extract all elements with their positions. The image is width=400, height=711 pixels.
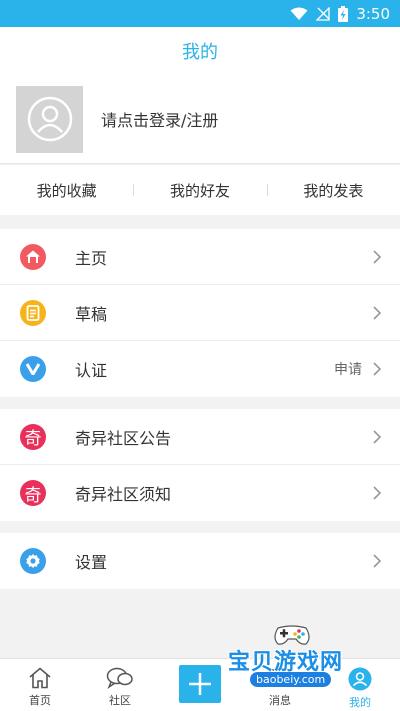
bottom-tab-bar: 首页 社区 消息 我的: [0, 658, 400, 711]
gamepad-icon: [274, 625, 310, 645]
chevron-right-icon: [373, 305, 382, 320]
menu-item-settings[interactable]: 设置: [0, 533, 400, 589]
battery-charging-icon: [338, 5, 349, 22]
menu-group-community: 奇 奇异社区公告 奇 奇异社区须知: [0, 409, 400, 521]
menu-label-announcement: 奇异社区公告: [75, 428, 172, 448]
menu-label-verify: 认证: [75, 361, 108, 380]
plus-icon: [189, 673, 211, 695]
tab-post[interactable]: [160, 659, 240, 711]
menu-label-drafts: 草稿: [75, 304, 108, 324]
quick-links: 我的收藏 我的好友 我的发表: [0, 165, 400, 215]
page-title: 我的: [182, 42, 218, 63]
tab-community[interactable]: 社区: [80, 659, 160, 711]
menu-label-rules: 奇异社区须知: [75, 485, 172, 504]
verify-icon: [20, 356, 46, 382]
settings-icon: [20, 548, 46, 574]
menu-group-settings: 设置: [0, 533, 400, 589]
menu-label-home: 主页: [75, 248, 108, 268]
my-friends-link[interactable]: 我的好友: [133, 180, 266, 201]
profile-login-row[interactable]: 请点击登录/注册: [0, 75, 400, 164]
chevron-right-icon: [373, 362, 382, 376]
menu-group-main: 主页 草稿 认证 申请: [0, 229, 400, 397]
status-bar: 3:50: [0, 0, 400, 27]
avatar[interactable]: [16, 85, 83, 153]
home-icon: [20, 243, 46, 270]
menu-item-drafts[interactable]: 草稿: [0, 285, 400, 341]
chevron-right-icon: [373, 486, 382, 500]
status-time: 3:50: [356, 4, 390, 23]
message-icon: [269, 669, 291, 685]
tab-messages[interactable]: 消息: [240, 659, 320, 711]
my-posts-link[interactable]: 我的发表: [266, 180, 400, 201]
menu-label-settings: 设置: [75, 553, 108, 572]
menu-item-community-announcement[interactable]: 奇 奇异社区公告: [0, 409, 400, 465]
tab-label-home: 首页: [29, 694, 51, 707]
chevron-right-icon: [373, 249, 382, 264]
tab-label-messages: 消息: [269, 694, 291, 707]
qi-logo-icon: 奇: [20, 423, 46, 450]
create-post-button[interactable]: [179, 665, 221, 703]
draft-icon: [20, 299, 46, 326]
apply-label: 申请: [334, 362, 362, 378]
chevron-right-icon: [373, 554, 382, 568]
wifi-icon: [290, 7, 308, 20]
menu-item-home[interactable]: 主页: [0, 229, 400, 285]
user-placeholder-icon: [27, 96, 72, 142]
login-register-link[interactable]: 请点击登录/注册: [101, 107, 218, 131]
profile-icon: [348, 667, 372, 691]
qi-logo-icon: 奇: [20, 480, 46, 506]
tab-label-profile: 我的: [349, 696, 371, 709]
menu-item-verify[interactable]: 认证 申请: [0, 341, 400, 397]
my-favorites-link[interactable]: 我的收藏: [0, 180, 133, 201]
tab-profile[interactable]: 我的: [320, 659, 400, 711]
home-outline-icon: [29, 667, 51, 689]
app-header: 我的: [0, 27, 400, 75]
chevron-right-icon: [373, 429, 382, 444]
tab-label-community: 社区: [109, 694, 131, 707]
no-signal-icon: [316, 6, 330, 21]
menu-item-community-rules[interactable]: 奇 奇异社区须知: [0, 465, 400, 521]
tab-home[interactable]: 首页: [0, 659, 80, 711]
chat-bubble-icon: [106, 667, 133, 689]
